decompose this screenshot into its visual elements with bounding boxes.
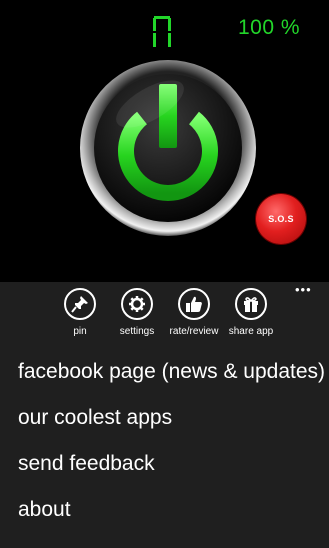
- share-app-button[interactable]: share app: [216, 288, 286, 348]
- gift-icon: [235, 288, 267, 320]
- gear-icon: [121, 288, 153, 320]
- sos-label: S.O.S: [268, 214, 294, 224]
- share-app-label: share app: [228, 326, 274, 337]
- more-options-button[interactable]: •••: [295, 283, 321, 296]
- sos-button[interactable]: S.O.S: [256, 194, 306, 244]
- pin-icon: [64, 288, 96, 320]
- menu-item-send-feedback[interactable]: send feedback: [18, 452, 155, 476]
- menu-item-facebook-page[interactable]: facebook page (news & updates): [18, 360, 325, 384]
- menu-item-about[interactable]: about: [18, 498, 71, 522]
- power-button[interactable]: [78, 58, 258, 238]
- battery-level: 100 %: [238, 16, 301, 39]
- menu-item-coolest-apps[interactable]: our coolest apps: [18, 406, 172, 430]
- thumbs-up-icon: [178, 288, 210, 320]
- seven-segment-digit: [153, 16, 171, 47]
